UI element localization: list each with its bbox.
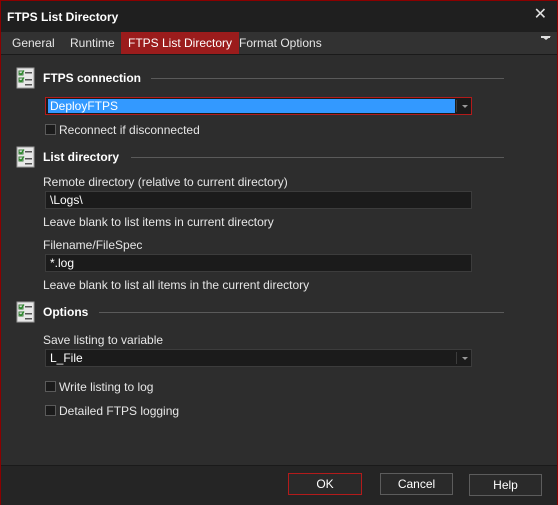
tab-ftps-list-directory[interactable]: FTPS List Directory (121, 32, 240, 54)
write-log-checkbox[interactable] (45, 381, 56, 392)
filespec-input[interactable]: *.log (45, 254, 472, 272)
reconnect-checkbox[interactable] (45, 124, 56, 135)
remote-directory-hint: Leave blank to list items in current dir… (43, 215, 274, 229)
remote-directory-label: Remote directory (relative to current di… (43, 175, 288, 189)
section-title-options: Options (43, 305, 89, 319)
ftps-connection-combo[interactable]: DeployFTPS (45, 97, 472, 115)
tab-bar: General Runtime FTPS List Directory Form… (1, 32, 557, 55)
tab-general[interactable]: General (5, 32, 62, 54)
dialog-window: FTPS List Directory ✕ General Runtime FT… (0, 0, 558, 505)
tab-format-options[interactable]: Format Options (232, 32, 329, 54)
filespec-label: Filename/FileSpec (43, 238, 143, 252)
reconnect-label: Reconnect if disconnected (59, 123, 200, 137)
section-title-list-directory: List directory (43, 150, 120, 164)
checklist-icon (16, 146, 35, 168)
help-button[interactable]: Help (469, 474, 542, 496)
close-icon[interactable]: ✕ (534, 7, 547, 23)
tab-menu-icon[interactable] (541, 36, 551, 54)
section-divider (131, 157, 504, 158)
remote-directory-input[interactable]: \Logs\ (45, 191, 472, 209)
detailed-logging-checkbox[interactable] (45, 405, 56, 416)
checklist-icon (16, 67, 35, 89)
save-variable-combo[interactable]: L_File (45, 349, 472, 367)
write-log-label: Write listing to log (59, 380, 154, 394)
title-bar: FTPS List Directory ✕ (1, 1, 557, 32)
section-divider (151, 78, 504, 79)
ftps-connection-value: DeployFTPS (50, 99, 119, 113)
save-variable-value: L_File (50, 351, 83, 365)
filespec-hint: Leave blank to list all items in the cur… (43, 278, 310, 292)
tab-runtime[interactable]: Runtime (63, 32, 122, 54)
chevron-down-icon[interactable] (462, 357, 468, 360)
cancel-button[interactable]: Cancel (380, 473, 453, 495)
section-divider (99, 312, 504, 313)
ok-button[interactable]: OK (288, 473, 362, 495)
save-variable-label: Save listing to variable (43, 333, 164, 347)
checklist-icon (16, 301, 35, 323)
section-title-ftps-connection: FTPS connection (43, 71, 142, 85)
chevron-down-icon[interactable] (462, 105, 468, 108)
button-bar: OK Cancel Help (1, 465, 557, 505)
detailed-logging-label: Detailed FTPS logging (59, 404, 180, 418)
window-title: FTPS List Directory (7, 10, 119, 24)
